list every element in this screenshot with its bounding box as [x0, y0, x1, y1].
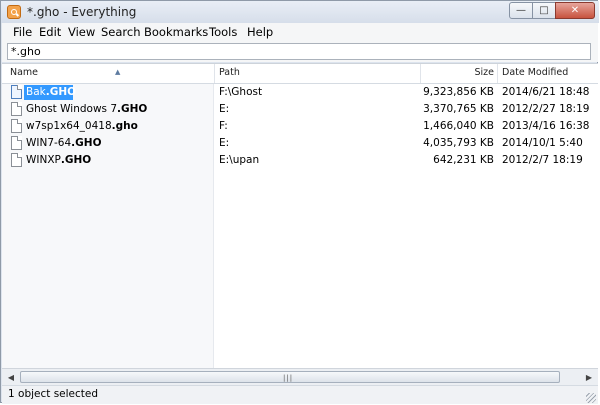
file-icon — [11, 102, 22, 116]
column-header-size[interactable]: Size — [422, 64, 494, 83]
menu-tools[interactable]: Tools — [209, 25, 237, 39]
column-header-size-label: Size — [474, 67, 494, 78]
column-header-name[interactable]: Name ▲ — [10, 64, 214, 83]
file-icon — [11, 119, 22, 133]
file-date: 2014/6/21 18:48 — [502, 86, 590, 98]
file-path: E: — [219, 137, 230, 149]
file-icon — [11, 136, 22, 150]
file-icon — [11, 153, 22, 167]
file-size: 3,370,765 KB — [423, 103, 494, 115]
file-row[interactable]: Bak.GHO F:\Ghost 9,323,856 KB 2014/6/21 … — [2, 84, 598, 101]
column-divider[interactable] — [497, 64, 498, 83]
menu-bookmarks[interactable]: Bookmarks — [144, 25, 208, 39]
file-row[interactable]: WIN7-64.GHO E: 4,035,793 KB 2014/10/1 5:… — [2, 135, 598, 152]
column-header-name-label: Name — [10, 67, 39, 78]
results-list[interactable]: Name ▲ Path Size Date Modified Bak.GHO F… — [2, 63, 598, 369]
file-date: 2012/2/7 18:19 — [502, 154, 583, 166]
scrollbar-thumb[interactable]: ||| — [20, 371, 560, 383]
file-name: w7sp1x64_0418.gho — [26, 120, 138, 132]
column-header-path-label: Path — [219, 67, 240, 78]
file-icon — [11, 85, 22, 99]
file-name: Ghost Windows 7.GHO — [26, 103, 148, 115]
maximize-button[interactable]: □ — [532, 2, 556, 19]
column-header-date-label: Date Modified — [502, 67, 569, 78]
file-date: 2012/2/27 18:19 — [502, 103, 590, 115]
file-row[interactable]: w7sp1x64_0418.gho F: 1,466,040 KB 2013/4… — [2, 118, 598, 135]
column-header-path[interactable]: Path — [219, 64, 419, 83]
column-divider[interactable] — [420, 64, 421, 83]
column-divider[interactable] — [214, 64, 215, 83]
file-date: 2013/4/16 16:38 — [502, 120, 590, 132]
file-size: 1,466,040 KB — [423, 120, 494, 132]
file-name: WIN7-64.GHO — [26, 137, 102, 149]
menu-help[interactable]: Help — [247, 25, 273, 39]
search-input[interactable] — [7, 43, 591, 60]
search-bar — [2, 42, 598, 62]
file-path: F: — [219, 120, 228, 132]
horizontal-scrollbar[interactable]: ◀ ||| ▶ — [2, 368, 598, 386]
menu-search[interactable]: Search — [101, 25, 141, 39]
status-text: 1 object selected — [8, 388, 99, 400]
app-icon[interactable] — [7, 5, 21, 19]
status-bar: 1 object selected — [2, 385, 598, 404]
file-name: Bak.GHO — [26, 86, 77, 98]
column-header-row: Name ▲ Path Size Date Modified — [2, 64, 598, 84]
file-date: 2014/10/1 5:40 — [502, 137, 583, 149]
window-title: *.gho - Everything — [27, 5, 137, 19]
resize-grip-icon[interactable] — [586, 393, 596, 403]
menu-file[interactable]: File — [13, 25, 32, 39]
menu-edit[interactable]: Edit — [39, 25, 61, 39]
scroll-left-icon[interactable]: ◀ — [3, 370, 19, 385]
file-row[interactable]: Ghost Windows 7.GHO E: 3,370,765 KB 2012… — [2, 101, 598, 118]
window-controls: — □ ✕ — [509, 2, 595, 20]
sort-ascending-icon: ▲ — [115, 68, 121, 76]
close-button[interactable]: ✕ — [555, 2, 595, 19]
menu-bar: File Edit View Search Bookmarks Tools He… — [2, 23, 598, 43]
file-path: E: — [219, 103, 230, 115]
file-size: 9,323,856 KB — [423, 86, 494, 98]
app-window: *.gho - Everything — □ ✕ File Edit View … — [0, 0, 599, 404]
file-path: E:\upan — [219, 154, 260, 166]
file-name: WINXP.GHO — [26, 154, 92, 166]
column-header-date[interactable]: Date Modified — [502, 64, 598, 83]
scrollbar-grip-icon: ||| — [283, 374, 294, 382]
minimize-button[interactable]: — — [509, 2, 533, 19]
file-row[interactable]: WINXP.GHO E:\upan 642,231 KB 2012/2/7 18… — [2, 152, 598, 169]
title-bar[interactable]: *.gho - Everything — □ ✕ — [1, 1, 599, 23]
file-size: 4,035,793 KB — [423, 137, 494, 149]
scroll-right-icon[interactable]: ▶ — [581, 370, 597, 385]
file-size: 642,231 KB — [433, 154, 494, 166]
menu-view[interactable]: View — [68, 25, 95, 39]
file-path: F:\Ghost — [219, 86, 263, 98]
